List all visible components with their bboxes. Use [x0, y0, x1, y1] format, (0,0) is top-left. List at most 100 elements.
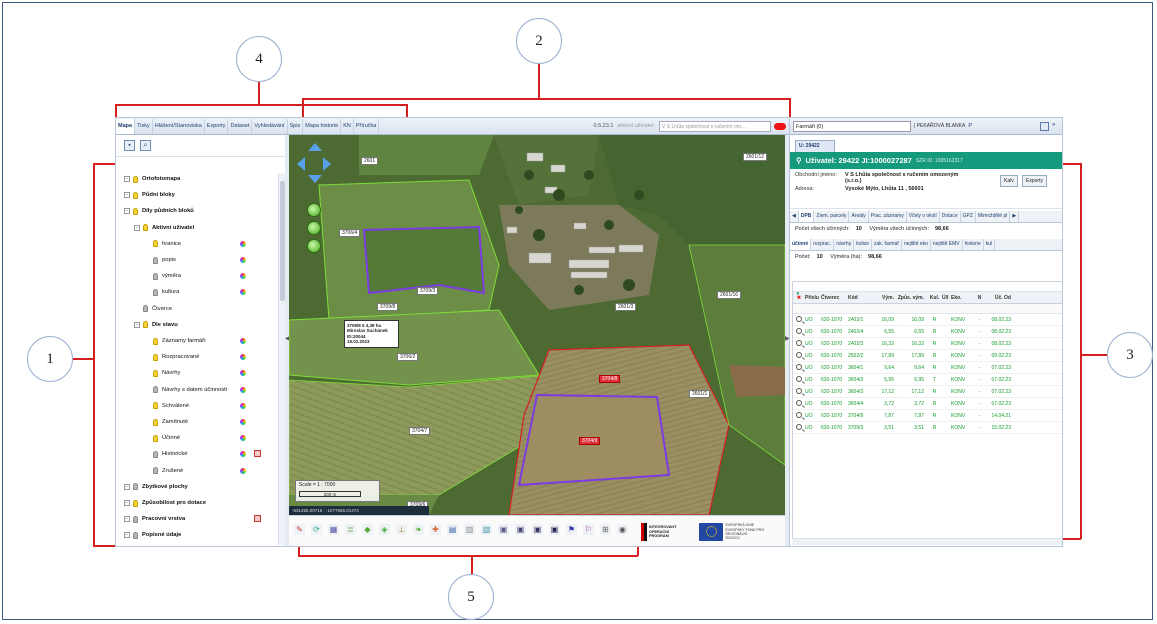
magnifier-icon[interactable] — [796, 351, 802, 358]
expand-toggle-icon[interactable]: − — [124, 516, 130, 523]
doc-icon[interactable]: ▥ — [464, 524, 475, 535]
tabs-scroll-left-icon[interactable]: ◀ — [790, 211, 799, 222]
print3-icon[interactable]: ▣ — [532, 524, 543, 535]
menu-tab[interactable]: Tisky — [135, 118, 153, 134]
exports-button[interactable]: Exporty — [1022, 175, 1047, 187]
layer-item[interactable]: popis — [144, 254, 176, 266]
color-wheel-icon[interactable] — [240, 257, 246, 263]
column-header[interactable]: Způs. vým. — [897, 295, 927, 301]
tabs-scroll-right-icon[interactable]: ▶ — [1010, 211, 1020, 222]
layer-item[interactable]: − Aktivní uživatel — [134, 222, 194, 234]
menu-tab[interactable]: Příručka — [354, 118, 380, 134]
color-wheel-icon[interactable] — [240, 354, 246, 361]
visibility-bulb-icon[interactable] — [133, 515, 138, 523]
zoom-to-parcel-icon[interactable] — [793, 423, 805, 432]
color-wheel-icon[interactable] — [240, 435, 246, 442]
color-wheel-icon[interactable] — [240, 419, 246, 425]
layer-item[interactable]: Zrušené — [144, 465, 183, 477]
layer-item[interactable]: kultura — [144, 286, 179, 298]
detail-tab[interactable]: Dotace — [940, 211, 961, 222]
state-tab[interactable]: rozprac. — [811, 239, 835, 250]
expand-toggle-icon[interactable]: − — [134, 224, 140, 231]
pan-down-icon[interactable] — [308, 175, 322, 183]
parcel-label[interactable]: 3706/2 — [397, 353, 419, 361]
visibility-bulb-icon[interactable] — [133, 207, 138, 215]
zoom-to-parcel-icon[interactable] — [793, 411, 805, 420]
detail-tab[interactable]: DPB — [798, 211, 815, 222]
visibility-bulb-icon[interactable] — [143, 321, 148, 329]
toggle-switch[interactable] — [774, 122, 786, 130]
table-row[interactable]: UO 620-1070 2402/4 6,55 6,55 R KONV - 08.02.23 — [793, 326, 1062, 338]
color-wheel-icon[interactable] — [240, 338, 246, 344]
column-header[interactable]: Vým. — [873, 295, 897, 301]
table-row[interactable]: UO 620-1070 3604/2 5,95 5,95 T KONV - 07.02.23 — [793, 374, 1062, 386]
magnifier-icon[interactable] — [796, 363, 802, 370]
state-tab[interactable]: kul — [984, 239, 996, 250]
table-row[interactable]: UO 620-1070 3604/1 9,64 9,64 R KONV - 07.02.23 — [793, 362, 1062, 374]
table-row[interactable]: UO 620-1070 3709/3 3,51 3,51 R KONV - 15.02.23 — [793, 422, 1062, 434]
grid-icon[interactable]: ⊞ — [600, 524, 611, 535]
zoom-to-parcel-icon[interactable] — [793, 339, 805, 348]
printer-icon[interactable]: ▣ — [498, 524, 509, 535]
menu-tab[interactable]: Spis — [288, 118, 304, 134]
parcel-label[interactable]: 3704/8 — [599, 375, 621, 383]
table-row[interactable]: UO 620-1070 2502/2 17,89 17,89 R KONV - 09.02.23 — [793, 350, 1062, 362]
column-header[interactable]: Čtverec — [821, 295, 848, 301]
column-header[interactable]: Příslu — [805, 295, 821, 301]
route-icon[interactable]: ⚑ — [566, 524, 577, 535]
magnifier-icon[interactable] — [796, 315, 802, 322]
menu-tab[interactable]: Mapa — [116, 118, 136, 134]
visibility-bulb-icon[interactable] — [133, 175, 138, 183]
chevron-right-icon[interactable]: » — [1052, 122, 1061, 131]
magnifier-icon[interactable] — [796, 423, 802, 430]
table-row[interactable]: UO 620-1070 3604/4 3,72 3,72 R KONV - 07.02.23 — [793, 398, 1062, 410]
column-header[interactable]: N — [975, 295, 984, 301]
visibility-bulb-icon[interactable] — [153, 240, 158, 248]
table-filter-row[interactable] — [793, 304, 1062, 314]
parcel-label[interactable]: 2601/12 — [743, 153, 768, 161]
state-tab[interactable]: historie — [963, 239, 984, 250]
zoom-to-parcel-icon[interactable] — [793, 363, 805, 372]
kalv-button[interactable]: Kalv — [1000, 175, 1018, 187]
expand-toggle-icon[interactable]: − — [124, 208, 130, 215]
layer-settings-icon[interactable] — [254, 515, 261, 523]
visibility-bulb-icon[interactable] — [153, 288, 158, 296]
layer-item[interactable]: − Půdní bloky — [124, 189, 175, 201]
state-tab[interactable]: nejiště eko — [902, 239, 931, 250]
detail-tab[interactable]: Areály — [849, 211, 869, 222]
layer-item[interactable]: Návrhy — [144, 367, 180, 379]
layer-item[interactable]: − Pracovní vrstva — [124, 513, 185, 525]
pan-left-icon[interactable] — [297, 157, 305, 171]
table-row[interactable]: UO 620-1070 3604/3 17,12 17,12 R KONV - 07.02.23 — [793, 386, 1062, 398]
parcel-label[interactable]: 3709/3 — [417, 287, 439, 295]
layer-scrollbar[interactable] — [278, 173, 285, 545]
zoom-to-parcel-icon[interactable] — [793, 387, 805, 396]
pan-control[interactable] — [297, 143, 331, 189]
table-hscroll[interactable] — [792, 538, 1062, 545]
menu-tab[interactable]: Mapa historie — [303, 118, 342, 134]
expand-toggle-icon[interactable]: − — [124, 532, 130, 539]
menu-tab[interactable]: Exporty — [205, 118, 229, 134]
magnifier-icon[interactable] — [796, 399, 802, 406]
magnifier-icon[interactable] — [796, 411, 802, 418]
state-tab[interactable]: kolize — [854, 239, 872, 250]
parcel-label[interactable]: 2601/16 — [717, 291, 742, 299]
color-wheel-icon[interactable] — [240, 451, 246, 458]
layer-item[interactable]: výměra — [144, 270, 181, 282]
column-header[interactable]: Úč. Od — [984, 295, 1011, 301]
parcel-label[interactable]: 2601/3 — [615, 303, 637, 311]
layer-item[interactable]: − Popisné údaje — [124, 529, 181, 541]
pencil-icon[interactable]: ✎ — [294, 524, 305, 535]
delete-filter-icon[interactable]: ✖ — [793, 295, 805, 301]
color-wheel-icon[interactable] — [240, 370, 246, 377]
zoom-to-parcel-icon[interactable] — [793, 327, 805, 336]
menu-tab[interactable]: KN — [341, 118, 354, 134]
parcel-label[interactable]: 3706/4 — [339, 229, 361, 237]
zoom-out-icon[interactable] — [307, 239, 321, 253]
layer-settings-icon[interactable] — [254, 450, 261, 458]
visibility-bulb-icon[interactable] — [153, 418, 158, 426]
color-wheel-icon[interactable] — [240, 273, 246, 280]
layer-item[interactable]: − Způsobilost pro dotace — [124, 497, 206, 509]
flag-icon[interactable]: ⚐ — [583, 524, 594, 535]
column-header[interactable]: Kód — [848, 295, 873, 301]
